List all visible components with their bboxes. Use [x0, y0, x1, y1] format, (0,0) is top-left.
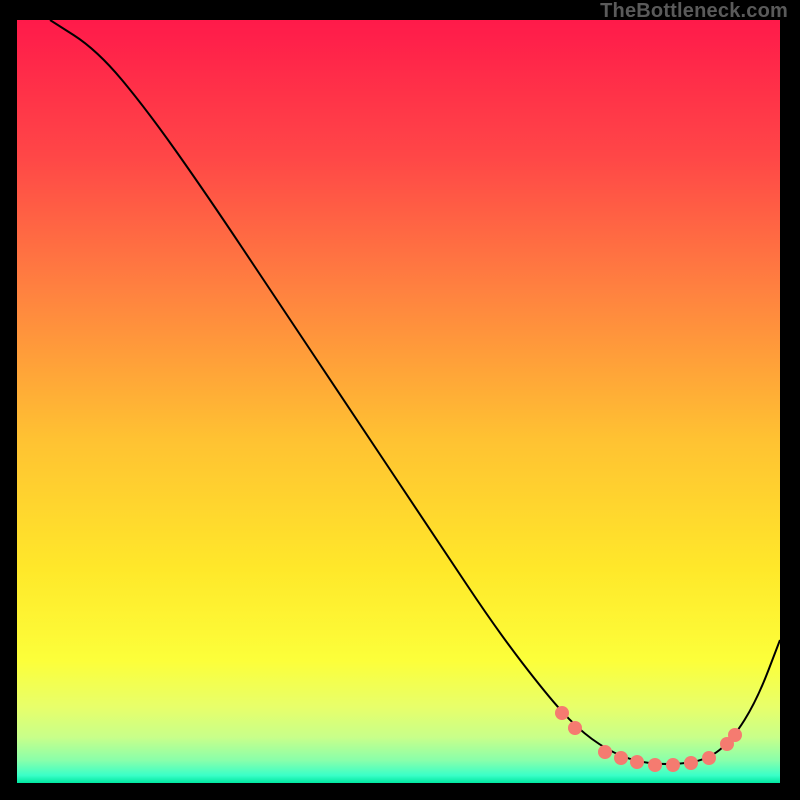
data-point [728, 728, 742, 742]
data-point [666, 758, 680, 772]
data-point [630, 755, 644, 769]
chart-stage: TheBottleneck.com [0, 0, 800, 800]
data-point [568, 721, 582, 735]
bottleneck-curve [50, 20, 780, 764]
data-point [648, 758, 662, 772]
data-point [702, 751, 716, 765]
plot-area [17, 20, 780, 783]
data-point [598, 745, 612, 759]
curve-layer [17, 20, 780, 783]
data-point [555, 706, 569, 720]
data-point [614, 751, 628, 765]
data-point [684, 756, 698, 770]
